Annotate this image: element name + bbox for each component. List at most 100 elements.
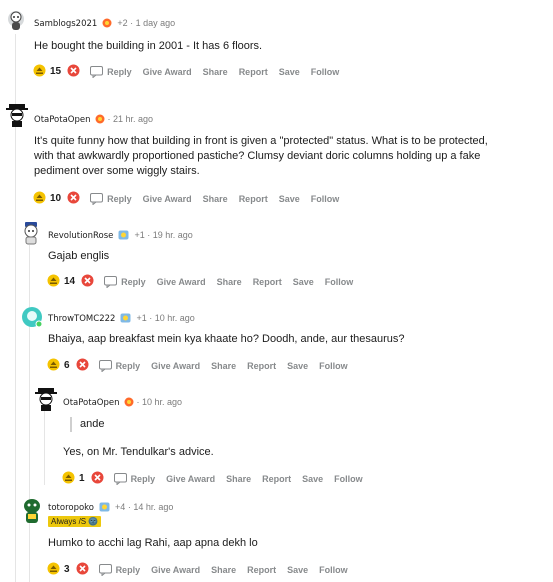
- downvote-icon[interactable]: [67, 64, 80, 79]
- user-avatar[interactable]: [21, 497, 41, 523]
- report-button[interactable]: Report: [247, 565, 276, 575]
- give-award-button[interactable]: Give Award: [166, 474, 215, 484]
- report-button[interactable]: Report: [239, 194, 268, 204]
- karma-badge: +4: [115, 502, 126, 512]
- comment-icon: [90, 192, 104, 205]
- comment-actions: 3 Reply Give Award Share Report Save Fol…: [47, 562, 359, 577]
- save-button[interactable]: Save: [279, 67, 300, 77]
- wholesome-icon: [99, 502, 110, 514]
- share-button[interactable]: Share: [203, 67, 228, 77]
- report-button[interactable]: Report: [253, 277, 282, 287]
- save-button[interactable]: Save: [287, 361, 308, 371]
- karma-badge: +2: [117, 18, 128, 28]
- comment-body: Humko to acchi lag Rahi, aap apna dekh l…: [48, 537, 258, 549]
- wholesome-icon: [120, 313, 131, 325]
- timestamp[interactable]: 21 hr. ago: [113, 114, 153, 124]
- user-avatar[interactable]: [21, 306, 43, 330]
- comment-body: Gajab englis: [48, 250, 110, 262]
- give-award-button[interactable]: Give Award: [143, 194, 192, 204]
- comment-icon: [113, 472, 127, 485]
- reply-button[interactable]: Reply: [98, 359, 140, 372]
- timestamp[interactable]: 1 day ago: [136, 18, 176, 28]
- username[interactable]: totoropoko: [48, 503, 94, 513]
- share-button[interactable]: Share: [211, 361, 236, 371]
- comment-icon: [98, 563, 112, 576]
- comment-meta: totoropoko +4 · 14 hr. ago: [48, 502, 174, 514]
- upvote-icon[interactable]: [47, 274, 60, 289]
- comment-actions: 15 Reply Give Award Share Report Save Fo…: [33, 64, 350, 79]
- report-button[interactable]: Report: [239, 67, 268, 77]
- timestamp[interactable]: 10 hr. ago: [142, 397, 182, 407]
- karma-badge: +1: [136, 313, 147, 323]
- reply-button[interactable]: Reply: [104, 275, 146, 288]
- give-award-button[interactable]: Give Award: [143, 67, 192, 77]
- downvote-icon[interactable]: [76, 562, 89, 577]
- comment-meta: ThrowTOMC222 +1 · 10 hr. ago: [48, 313, 195, 325]
- report-button[interactable]: Report: [247, 361, 276, 371]
- comment-icon: [90, 65, 104, 78]
- user-flair: Always /S 🌚: [48, 516, 102, 527]
- reply-button[interactable]: Reply: [113, 472, 155, 485]
- username[interactable]: ThrowTOMC222: [48, 314, 115, 324]
- username[interactable]: RevolutionRose: [48, 231, 113, 241]
- timestamp[interactable]: 14 hr. ago: [133, 502, 173, 512]
- comment-meta: OtaPotaOpen · 21 hr. ago: [34, 114, 154, 125]
- give-award-button[interactable]: Give Award: [157, 277, 206, 287]
- reply-button[interactable]: Reply: [98, 563, 140, 576]
- thread-line[interactable]: [44, 405, 45, 485]
- save-button[interactable]: Save: [293, 277, 314, 287]
- vote-count: 1: [79, 473, 85, 484]
- downvote-icon[interactable]: [81, 274, 94, 289]
- share-button[interactable]: Share: [203, 194, 228, 204]
- comment-actions: 14 Reply Give Award Share Report Save Fo…: [47, 274, 364, 289]
- comment-meta: RevolutionRose +1 · 19 hr. ago: [48, 230, 193, 242]
- share-button[interactable]: Share: [217, 277, 242, 287]
- reply-button[interactable]: Reply: [90, 65, 132, 78]
- user-avatar[interactable]: [21, 221, 41, 245]
- vote-count: 15: [50, 66, 62, 77]
- comment-icon: [98, 359, 112, 372]
- timestamp[interactable]: 19 hr. ago: [153, 230, 193, 240]
- downvote-icon[interactable]: [76, 358, 89, 373]
- upvote-icon[interactable]: [33, 64, 46, 79]
- user-avatar[interactable]: [6, 102, 28, 127]
- upvote-icon[interactable]: [33, 191, 46, 206]
- block-quote: ande: [70, 417, 104, 432]
- follow-button[interactable]: Follow: [319, 361, 348, 371]
- upvote-icon[interactable]: [47, 358, 60, 373]
- give-award-button[interactable]: Give Award: [151, 565, 200, 575]
- follow-button[interactable]: Follow: [319, 565, 348, 575]
- downvote-icon[interactable]: [67, 191, 80, 206]
- reply-button[interactable]: Reply: [90, 192, 132, 205]
- share-button[interactable]: Share: [211, 565, 236, 575]
- upvote-icon[interactable]: [62, 471, 75, 486]
- follow-button[interactable]: Follow: [311, 194, 340, 204]
- follow-button[interactable]: Follow: [311, 67, 340, 77]
- share-button[interactable]: Share: [226, 474, 251, 484]
- follow-button[interactable]: Follow: [334, 474, 363, 484]
- timestamp[interactable]: 10 hr. ago: [155, 313, 195, 323]
- downvote-icon[interactable]: [91, 471, 104, 486]
- thread-line[interactable]: [29, 245, 30, 582]
- comment-actions: 6 Reply Give Award Share Report Save Fol…: [47, 358, 359, 373]
- vote-count: 14: [64, 276, 76, 287]
- save-button[interactable]: Save: [279, 194, 300, 204]
- user-avatar[interactable]: [6, 9, 26, 33]
- achievement-icon: [124, 397, 134, 409]
- comment-actions: 10 Reply Give Award Share Report Save Fo…: [33, 191, 350, 206]
- save-button[interactable]: Save: [287, 565, 308, 575]
- username[interactable]: OtaPotaOpen: [63, 398, 120, 408]
- wholesome-icon: [118, 230, 129, 242]
- save-button[interactable]: Save: [302, 474, 323, 484]
- follow-button[interactable]: Follow: [325, 277, 354, 287]
- vote-count: 6: [64, 360, 70, 371]
- user-avatar[interactable]: [35, 386, 57, 411]
- give-award-button[interactable]: Give Award: [151, 361, 200, 371]
- comment-body: It's quite funny how that building in fr…: [34, 135, 488, 177]
- comment-actions: 1 Reply Give Award Share Report Save Fol…: [62, 471, 374, 486]
- upvote-icon[interactable]: [47, 562, 60, 577]
- report-button[interactable]: Report: [262, 474, 291, 484]
- username[interactable]: OtaPotaOpen: [34, 115, 91, 125]
- username[interactable]: Samblogs2021: [34, 19, 97, 29]
- vote-count: 3: [64, 564, 70, 575]
